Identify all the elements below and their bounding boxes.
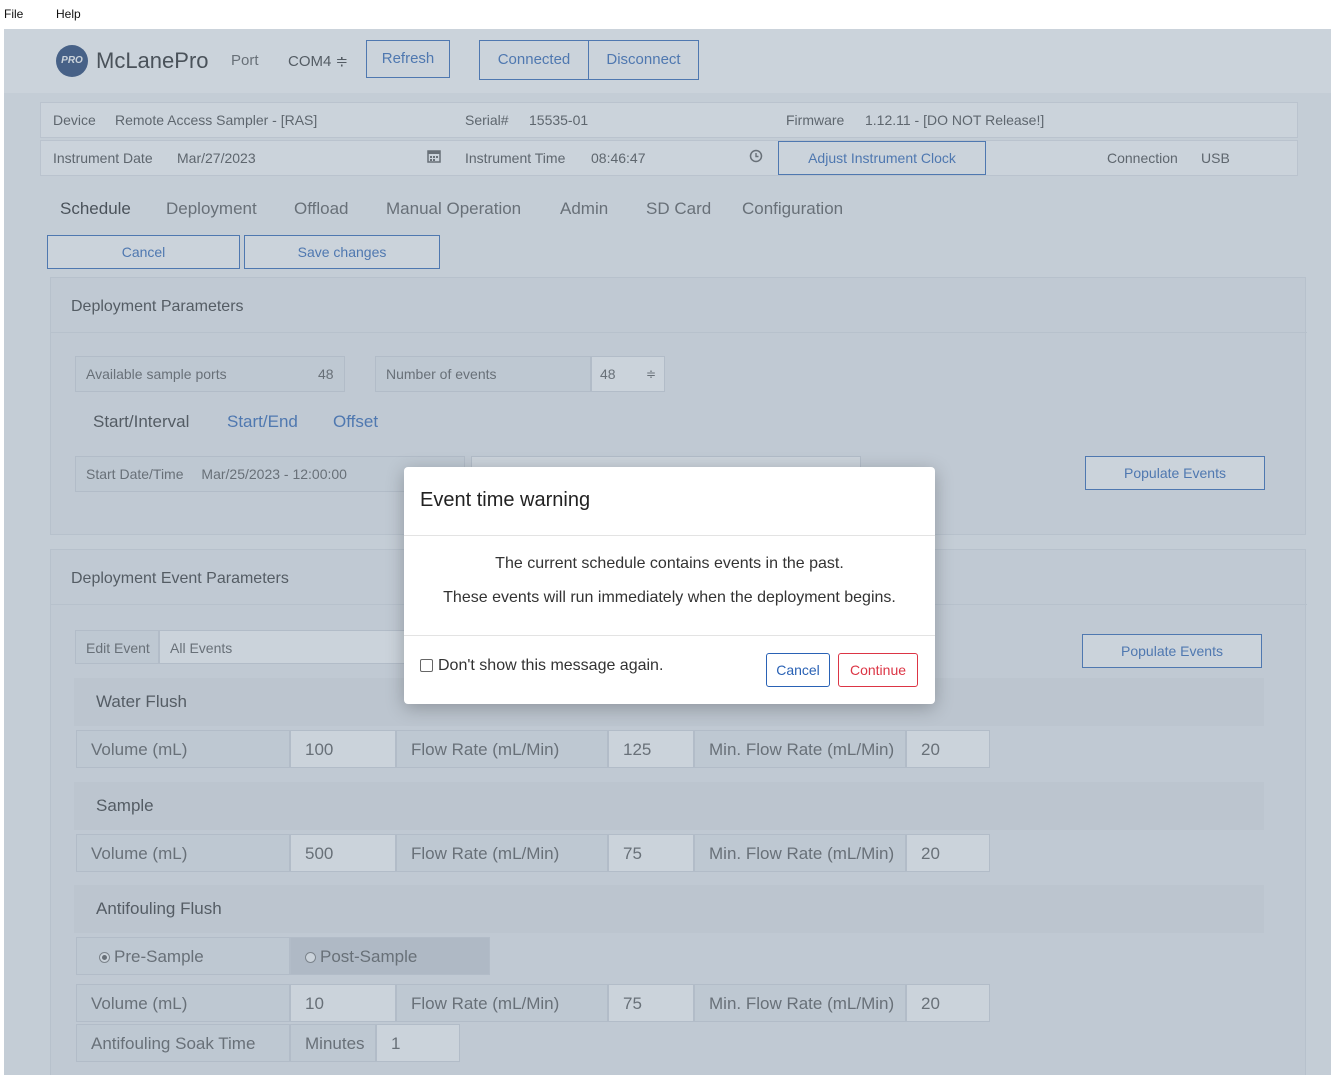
dialog-title: Event time warning bbox=[420, 489, 591, 511]
dialog-message-line2: These events will run immediately when t… bbox=[443, 589, 896, 606]
dont-show-again-label[interactable]: Don't show this message again. bbox=[438, 657, 663, 675]
app-window: PRO McLanePro Port COM4 ≑ Refresh Connec… bbox=[4, 29, 1331, 1075]
menu-help[interactable]: Help bbox=[56, 7, 81, 21]
menu-file[interactable]: File bbox=[4, 7, 23, 21]
dialog-message-line1: The current schedule contains events in … bbox=[495, 555, 844, 572]
event-time-warning-dialog: Event time warning The current schedule … bbox=[404, 467, 935, 704]
menu-bar: File Help bbox=[0, 0, 1333, 28]
dialog-divider-bottom bbox=[404, 635, 935, 636]
dialog-continue-button[interactable]: Continue bbox=[838, 653, 918, 687]
dont-show-again-checkbox[interactable] bbox=[420, 659, 433, 672]
dialog-cancel-button[interactable]: Cancel bbox=[766, 653, 830, 687]
dialog-divider-top bbox=[404, 535, 935, 536]
